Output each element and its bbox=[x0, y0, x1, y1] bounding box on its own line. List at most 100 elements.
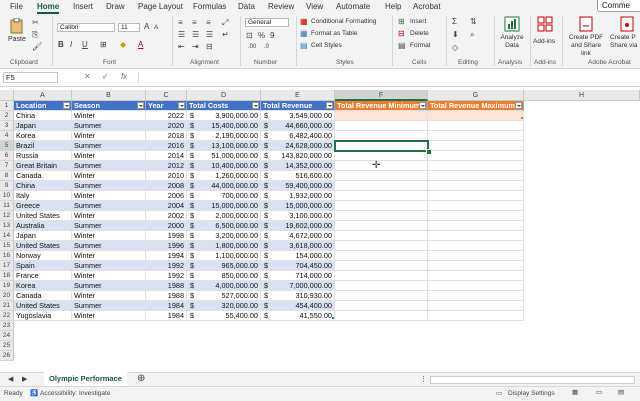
table-cell[interactable] bbox=[335, 281, 428, 291]
merge-center-icon[interactable]: ⊟ bbox=[206, 42, 213, 51]
table-cell[interactable] bbox=[428, 311, 524, 321]
filter-dropdown-icon[interactable] bbox=[252, 102, 259, 109]
table-cell[interactable]: $15,000,000.00 bbox=[261, 201, 335, 211]
table-cell[interactable]: Winter bbox=[72, 211, 146, 221]
column-header-b[interactable]: B bbox=[72, 90, 146, 101]
row-header[interactable]: 10 bbox=[0, 191, 14, 201]
align-middle-icon[interactable]: ≡ bbox=[192, 18, 197, 27]
table-cell[interactable] bbox=[335, 241, 428, 251]
table-cell[interactable]: $51,000,000.00 bbox=[187, 151, 261, 161]
filter-dropdown-icon[interactable] bbox=[419, 102, 426, 109]
table-cell[interactable]: $59,400,000.00 bbox=[261, 181, 335, 191]
row-header[interactable]: 21 bbox=[0, 301, 14, 311]
table-cell[interactable]: $1,800,000.00 bbox=[187, 241, 261, 251]
table-cell[interactable] bbox=[428, 121, 524, 131]
table-cell[interactable]: $527,000.00 bbox=[187, 291, 261, 301]
menu-draw[interactable]: Draw bbox=[106, 2, 125, 11]
cut-icon[interactable]: ✂ bbox=[32, 18, 39, 27]
table-cell[interactable]: Summer bbox=[72, 281, 146, 291]
table-cell[interactable]: $6,500,000.00 bbox=[187, 221, 261, 231]
table-cell[interactable] bbox=[428, 241, 524, 251]
fill-color-icon[interactable]: ◆ bbox=[120, 40, 126, 49]
table-cell[interactable]: Russia bbox=[14, 151, 72, 161]
table-cell[interactable] bbox=[428, 111, 524, 121]
table-cell[interactable] bbox=[428, 131, 524, 141]
table-cell[interactable] bbox=[428, 251, 524, 261]
table-cell[interactable]: 1992 bbox=[146, 261, 187, 271]
table-cell[interactable]: $516,600.00 bbox=[261, 171, 335, 181]
select-all-corner[interactable] bbox=[0, 90, 14, 101]
column-header-f[interactable]: F bbox=[335, 90, 428, 101]
name-box[interactable]: F5 bbox=[3, 72, 58, 83]
row-header[interactable]: 5 bbox=[0, 141, 14, 151]
font-color-icon[interactable]: A bbox=[138, 40, 143, 49]
table-cell[interactable]: United States bbox=[14, 241, 72, 251]
row-header[interactable]: 12 bbox=[0, 211, 14, 221]
table-header-cell[interactable]: Total Costs bbox=[187, 101, 261, 111]
table-cell[interactable]: Winter bbox=[72, 251, 146, 261]
page-layout-view-icon[interactable]: ▭ bbox=[596, 388, 602, 396]
table-cell[interactable]: 1994 bbox=[146, 251, 187, 261]
table-cell[interactable]: Italy bbox=[14, 191, 72, 201]
percent-icon[interactable]: % bbox=[258, 31, 265, 40]
table-cell[interactable] bbox=[335, 171, 428, 181]
paste-button[interactable]: Paste bbox=[6, 18, 28, 52]
table-cell[interactable]: 1984 bbox=[146, 311, 187, 321]
row-header[interactable]: 7 bbox=[0, 161, 14, 171]
column-header-e[interactable]: E bbox=[261, 90, 335, 101]
more-options-icon[interactable]: ⋮ bbox=[420, 375, 427, 384]
analyze-data-button[interactable]: Analyze Data bbox=[498, 16, 526, 56]
accessibility-status[interactable]: Accessibility: Investigate bbox=[40, 390, 110, 397]
table-cell[interactable]: Yugoslavia bbox=[14, 311, 72, 321]
table-cell[interactable]: $1,260,000.00 bbox=[187, 171, 261, 181]
table-cell[interactable]: $3,900,000.00 bbox=[187, 111, 261, 121]
table-cell[interactable]: Summer bbox=[72, 141, 146, 151]
table-cell[interactable]: Norway bbox=[14, 251, 72, 261]
table-cell[interactable]: Winter bbox=[72, 171, 146, 181]
column-header-h[interactable]: H bbox=[524, 90, 640, 101]
column-header-d[interactable]: D bbox=[187, 90, 261, 101]
menu-home[interactable]: Home bbox=[37, 2, 59, 11]
find-select-icon[interactable]: ⌕ bbox=[470, 30, 474, 39]
table-cell[interactable]: $24,628,000.00 bbox=[261, 141, 335, 151]
table-cell[interactable]: $6,482,400.00 bbox=[261, 131, 335, 141]
table-cell[interactable]: Winter bbox=[72, 271, 146, 281]
table-cell[interactable] bbox=[335, 271, 428, 281]
increase-font-icon[interactable]: A bbox=[144, 22, 149, 31]
underline-icon[interactable]: U bbox=[82, 40, 88, 49]
row-header[interactable]: 11 bbox=[0, 201, 14, 211]
table-cell[interactable] bbox=[428, 141, 524, 151]
fill-icon[interactable]: ⬇ bbox=[452, 30, 459, 39]
table-header-cell[interactable]: Total Revenue Minimum bbox=[335, 101, 428, 111]
table-cell[interactable] bbox=[428, 161, 524, 171]
table-cell[interactable]: Summer bbox=[72, 261, 146, 271]
table-cell[interactable]: United States bbox=[14, 211, 72, 221]
insert-button[interactable]: Insert bbox=[410, 18, 426, 25]
comma-icon[interactable]: 9 bbox=[270, 31, 274, 40]
row-header[interactable]: 6 bbox=[0, 151, 14, 161]
row-header[interactable]: 16 bbox=[0, 251, 14, 261]
column-header-a[interactable]: A bbox=[14, 90, 72, 101]
table-cell[interactable] bbox=[335, 201, 428, 211]
table-resize-handle[interactable] bbox=[332, 317, 334, 319]
horizontal-scrollbar[interactable] bbox=[430, 376, 635, 384]
table-cell[interactable]: 1988 bbox=[146, 281, 187, 291]
table-cell[interactable]: $2,190,000.00 bbox=[187, 131, 261, 141]
align-bottom-icon[interactable]: ≡ bbox=[206, 18, 211, 27]
sort-filter-icon[interactable]: ⇅ bbox=[470, 17, 477, 26]
clear-icon[interactable]: ◇ bbox=[452, 43, 458, 52]
table-cell[interactable]: $454,400.00 bbox=[261, 301, 335, 311]
table-cell[interactable]: Great Britain bbox=[14, 161, 72, 171]
table-cell[interactable] bbox=[335, 151, 428, 161]
row-header[interactable]: 22 bbox=[0, 311, 14, 321]
table-cell[interactable]: $19,602,000.00 bbox=[261, 221, 335, 231]
table-cell[interactable]: $700,000.00 bbox=[187, 191, 261, 201]
menu-help[interactable]: Help bbox=[385, 2, 401, 11]
row-header[interactable]: 25 bbox=[0, 341, 14, 351]
spreadsheet-grid[interactable]: A B C D E F G H 1 2 3 4 5 6 7 8 9 10 11 12 13 14 15 16 17 18 19 20 2… bbox=[0, 90, 640, 370]
table-cell[interactable] bbox=[428, 191, 524, 201]
table-cell[interactable] bbox=[428, 171, 524, 181]
table-header-cell[interactable]: Total Revenue Maximum bbox=[428, 101, 524, 111]
table-cell[interactable]: $143,820,000.00 bbox=[261, 151, 335, 161]
table-cell[interactable]: $4,672,000.00 bbox=[261, 231, 335, 241]
